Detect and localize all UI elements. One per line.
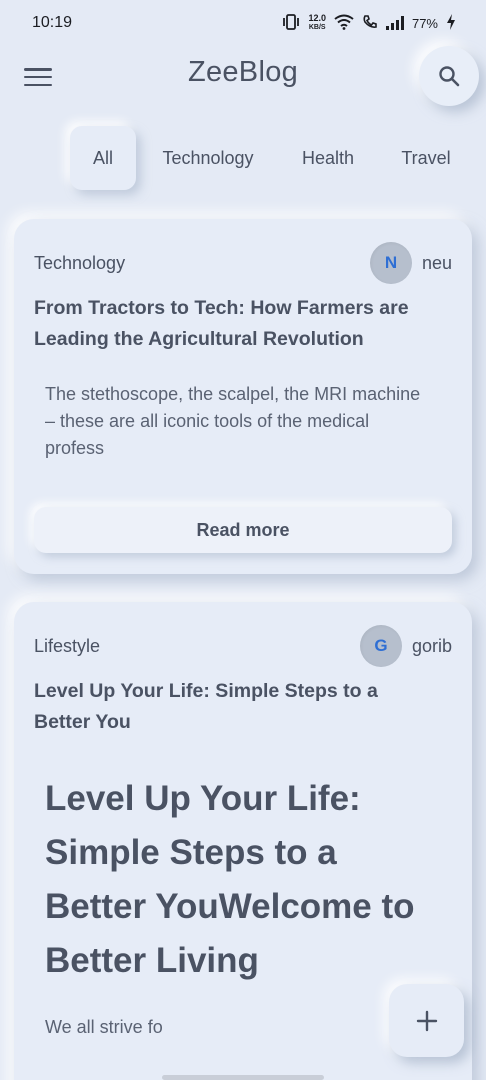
tab-all[interactable]: All	[70, 126, 136, 190]
search-button[interactable]	[419, 46, 479, 106]
post-author[interactable]: G gorib	[359, 625, 452, 667]
author-name: gorib	[411, 635, 452, 656]
vibrate-icon	[282, 13, 300, 33]
wifi-icon	[334, 14, 354, 33]
category-tabs: All Technology Health Travel	[0, 126, 486, 190]
home-indicator[interactable]	[162, 1075, 324, 1080]
post-category: Lifestyle	[34, 636, 101, 656]
post-card[interactable]: Technology N neu From Tractors to Tech: …	[14, 219, 472, 574]
wifi-call-icon	[362, 14, 378, 33]
post-title[interactable]: Level Up Your Life: Simple Steps to a Be…	[34, 676, 412, 738]
add-post-button[interactable]	[389, 984, 464, 1057]
app-bar: ZeeBlog	[0, 46, 486, 106]
post-title[interactable]: From Tractors to Tech: How Farmers are L…	[34, 293, 442, 355]
search-icon	[439, 66, 460, 87]
post-author[interactable]: N neu	[369, 242, 452, 284]
tab-health[interactable]: Health	[290, 126, 366, 190]
signal-icon	[385, 16, 404, 30]
plus-icon	[416, 1010, 437, 1031]
avatar: G	[359, 625, 402, 667]
post-category: Technology	[34, 253, 126, 273]
charging-icon	[446, 13, 456, 33]
battery-level: 77%	[411, 15, 438, 31]
status-time: 10:19	[32, 14, 73, 31]
author-name: neu	[421, 252, 452, 273]
avatar: N	[369, 242, 412, 284]
tab-technology[interactable]: Technology	[150, 126, 266, 190]
app-title: ZeeBlog	[187, 56, 299, 88]
status-bar: 10:19 12.0 KB/S 77%	[0, 0, 486, 46]
post-excerpt: We all strive fo	[45, 1017, 163, 1037]
tab-travel[interactable]: Travel	[392, 126, 460, 190]
status-icons: 12.0 KB/S 77%	[282, 13, 456, 33]
post-content-heading: Level Up Your Life: Simple Steps to a Be…	[45, 779, 415, 980]
network-speed: 12.0 KB/S	[308, 13, 326, 32]
read-more-button[interactable]: Read more	[34, 507, 452, 553]
post-excerpt: The stethoscope, the scalpel, the MRI ma…	[45, 384, 421, 458]
